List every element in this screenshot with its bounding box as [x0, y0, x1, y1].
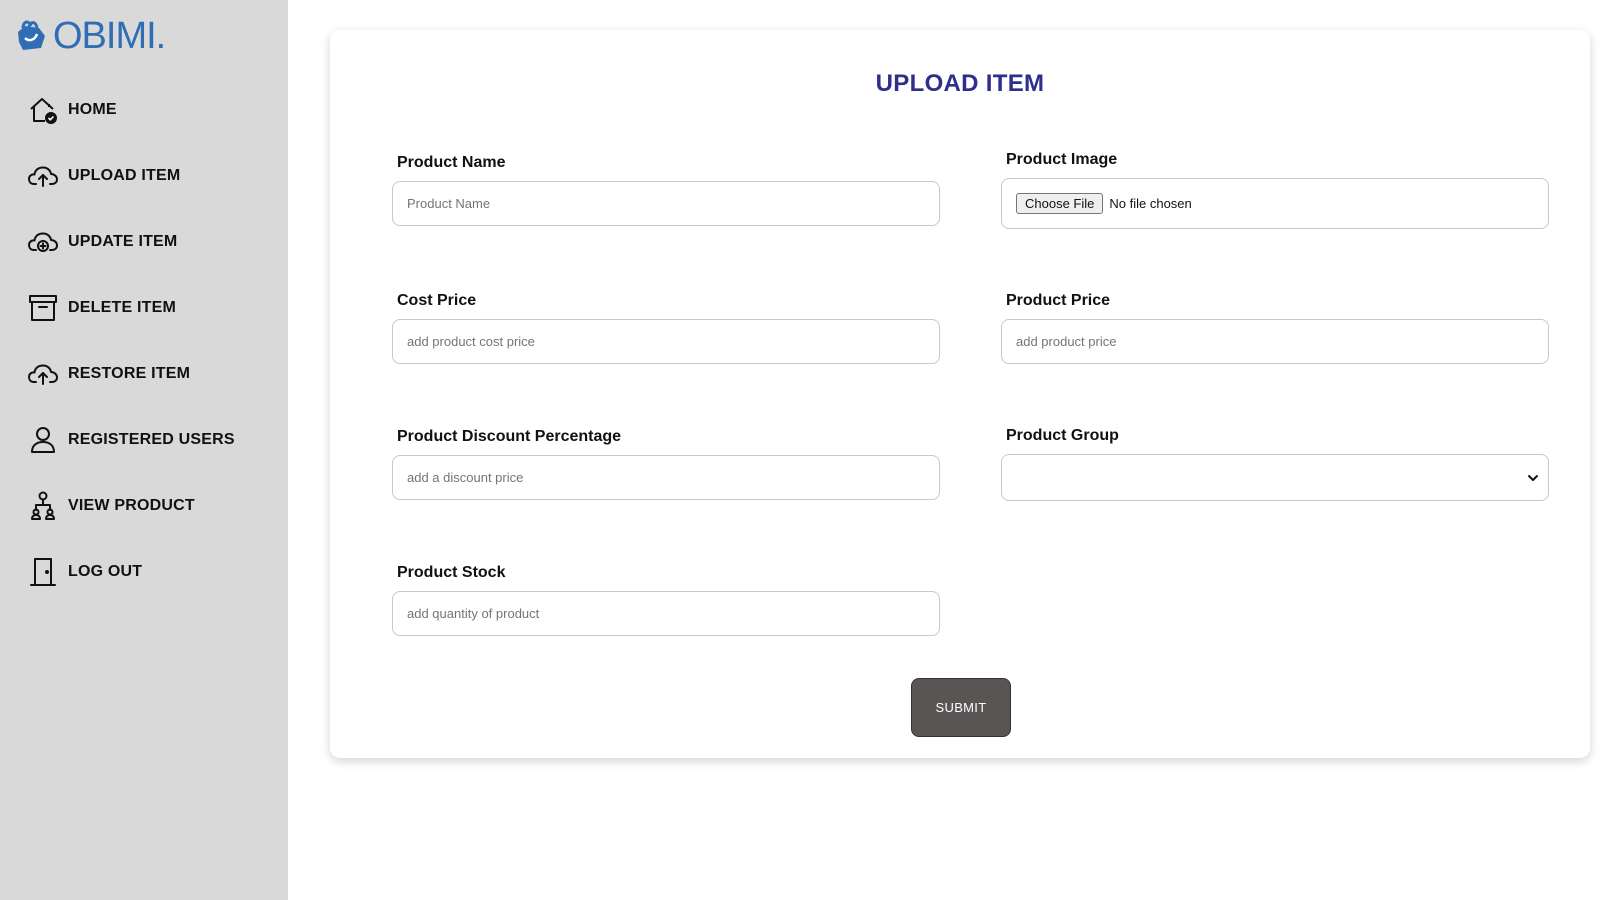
product-name-input[interactable]: [392, 181, 940, 226]
sidebar-item-label: UPDATE ITEM: [68, 233, 178, 250]
cloud-upload-icon: [26, 159, 60, 193]
sidebar-item-upload-item[interactable]: UPLOAD ITEM: [26, 156, 276, 196]
brand-logo[interactable]: OBIMI.: [15, 14, 166, 58]
sidebar-item-label: LOG OUT: [68, 563, 143, 580]
cost-price-input[interactable]: [392, 319, 940, 364]
sidebar-item-log-out[interactable]: LOG OUT: [26, 552, 276, 592]
sidebar-item-delete-item[interactable]: DELETE ITEM: [26, 288, 276, 328]
product-group-select[interactable]: [1001, 454, 1549, 501]
sidebar-item-label: RESTORE ITEM: [68, 365, 191, 382]
product-name-label: Product Name: [397, 154, 506, 171]
user-icon: [26, 423, 60, 457]
submit-button[interactable]: SUBMIT: [911, 678, 1011, 737]
sidebar-item-restore-item[interactable]: RESTORE ITEM: [26, 354, 276, 394]
page-title: UPLOAD ITEM: [875, 70, 1045, 97]
shopping-bag-logo-icon: [18, 20, 45, 50]
sidebar-item-label: UPLOAD ITEM: [68, 167, 181, 184]
home-check-icon: [26, 93, 60, 127]
cloud-upload-icon: [26, 357, 60, 391]
archive-icon: [26, 291, 60, 325]
product-price-input[interactable]: [1001, 319, 1549, 364]
sidebar-item-label: HOME: [68, 101, 117, 118]
sidebar-item-home[interactable]: HOME: [26, 90, 276, 130]
hierarchy-icon: [26, 489, 60, 523]
product-image-file-input[interactable]: Choose File No file chosen: [1001, 178, 1549, 229]
sidebar-item-view-product[interactable]: VIEW PRODUCT: [26, 486, 276, 526]
cloud-plus-icon: [26, 225, 60, 259]
product-price-label: Product Price: [1006, 292, 1111, 309]
sidebar-item-label: REGISTERED USERS: [68, 431, 235, 448]
sidebar-item-update-item[interactable]: UPDATE ITEM: [26, 222, 276, 262]
choose-file-button[interactable]: Choose File: [1016, 193, 1104, 214]
sidebar: OBIMI. HOME UPLOAD ITEM UPDATE ITEM DELE…: [0, 0, 288, 900]
door-icon: [26, 555, 60, 589]
product-group-label: Product Group: [1006, 427, 1119, 444]
upload-form-card: UPLOAD ITEM Product Name Product Image C…: [330, 30, 1590, 758]
product-stock-input[interactable]: [392, 591, 940, 636]
product-image-label: Product Image: [1006, 151, 1118, 168]
discount-label: Product Discount Percentage: [397, 428, 622, 445]
chevron-down-icon: [1528, 475, 1538, 481]
sidebar-item-registered-users[interactable]: REGISTERED USERS: [26, 420, 276, 460]
brand-name: OBIMI.: [53, 15, 166, 57]
product-stock-label: Product Stock: [397, 564, 506, 581]
file-status-text: No file chosen: [1109, 196, 1192, 211]
sidebar-item-label: DELETE ITEM: [68, 299, 176, 316]
sidebar-item-label: VIEW PRODUCT: [68, 497, 195, 514]
cost-price-label: Cost Price: [397, 292, 477, 309]
discount-input[interactable]: [392, 455, 940, 500]
